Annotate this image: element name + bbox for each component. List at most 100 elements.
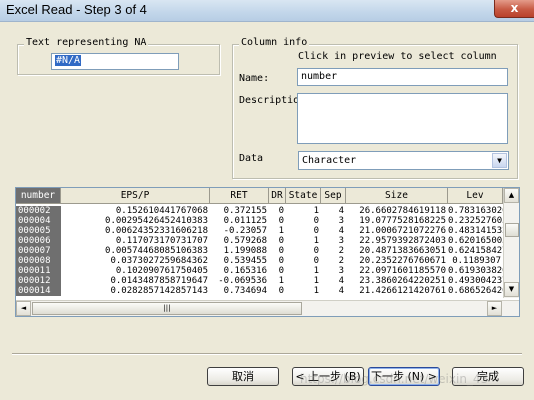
cancel-button[interactable]: 取消 [207, 367, 279, 386]
scroll-right-button[interactable]: ► [487, 301, 502, 316]
table-cell[interactable]: 0.1189307 [448, 256, 503, 266]
table-cell[interactable]: 000011 [16, 266, 61, 276]
table-cell[interactable]: 26.6602784619118 [346, 206, 448, 216]
close-button[interactable]: x [494, 0, 534, 18]
table-cell[interactable]: 4 [321, 286, 346, 296]
table-cell[interactable]: 000014 [16, 286, 61, 296]
table-cell[interactable]: 0 [286, 216, 321, 226]
table-cell[interactable]: 0.00624352331606218 [61, 226, 210, 236]
table-cell[interactable]: 0.734694 [210, 286, 269, 296]
table-cell[interactable]: 0 [286, 246, 321, 256]
table-cell[interactable]: -0.23057 [210, 226, 269, 236]
table-cell[interactable]: 1 [286, 206, 321, 216]
table-cell[interactable]: 1 [269, 226, 286, 236]
table-cell[interactable]: 000006 [16, 236, 61, 246]
table-cell[interactable]: 000007 [16, 246, 61, 256]
table-cell[interactable]: 000004 [16, 216, 61, 226]
table-cell[interactable]: 2 [321, 256, 346, 266]
table-cell[interactable]: -0.069536 [210, 276, 269, 286]
table-cell[interactable]: 000002 [16, 206, 61, 216]
table-cell[interactable]: 0 [269, 286, 286, 296]
table-cell[interactable]: 1 [286, 276, 321, 286]
data-type-select[interactable]: Character ▼ [298, 151, 509, 170]
vertical-scroll-thumb[interactable] [505, 223, 519, 237]
table-cell[interactable]: 20.4871383663051 [346, 246, 448, 256]
table-cell[interactable]: 19.0777528168225 [346, 216, 448, 226]
column-header-lev[interactable]: Lev [448, 188, 503, 204]
table-cell[interactable]: 0 [269, 236, 286, 246]
table-cell[interactable]: 0 [269, 256, 286, 266]
table-cell[interactable]: 0.783163026 [448, 206, 503, 216]
table-cell[interactable]: 0 [286, 226, 321, 236]
column-header-eps-p[interactable]: EPS/P [61, 188, 210, 204]
table-cell[interactable]: 0.619303820 [448, 266, 503, 276]
table-cell[interactable]: 000005 [16, 226, 61, 236]
table-cell[interactable]: 0.493004237 [448, 276, 503, 286]
table-cell[interactable]: 0.117073170731707 [61, 236, 210, 246]
table-cell[interactable]: 000012 [16, 276, 61, 286]
horizontal-scroll-thumb[interactable]: ||| [32, 302, 302, 315]
table-cell[interactable]: 0.624158427 [448, 246, 503, 256]
column-header-state[interactable]: State [286, 188, 321, 204]
na-text-field[interactable]: #N/A [51, 53, 179, 70]
table-cell[interactable]: 0.152610441767068 [61, 206, 210, 216]
description-field[interactable] [297, 93, 508, 144]
preview-grid[interactable]: number EPS/P RET DR State Sep Size Lev 000002 0.… [15, 187, 520, 317]
table-cell[interactable]: 20.2352276760671 [346, 256, 448, 266]
table-cell[interactable]: 0.0373027259684362 [61, 256, 210, 266]
column-header-size[interactable]: Size [346, 188, 448, 204]
table-cell[interactable]: 22.0971601185570 [346, 266, 448, 276]
table-cell[interactable]: 0.0143487858719647 [61, 276, 210, 286]
table-cell[interactable]: 21.4266121420761 [346, 286, 448, 296]
table-cell[interactable]: 0 [269, 266, 286, 276]
table-cell[interactable]: 000008 [16, 256, 61, 266]
table-cell[interactable]: 3 [321, 216, 346, 226]
table-cell[interactable]: 0.165316 [210, 266, 269, 276]
name-field[interactable]: number [297, 68, 508, 86]
table-cell[interactable]: 0.686526420 [448, 286, 503, 296]
title-bar: Excel Read - Step 3 of 4 x [0, 0, 534, 22]
table-cell[interactable]: 0.483141532 [448, 226, 503, 236]
table-cell[interactable]: 1.199088 [210, 246, 269, 256]
column-header-ret[interactable]: RET [210, 188, 269, 204]
scroll-down-button[interactable]: ▼ [504, 282, 519, 297]
column-header-sep[interactable]: Sep [321, 188, 346, 204]
table-cell[interactable]: 0.579268 [210, 236, 269, 246]
table-cell[interactable]: 0 [286, 256, 321, 266]
table-cell[interactable]: 0 [269, 246, 286, 256]
table-cell[interactable]: 1 [286, 236, 321, 246]
table-cell[interactable]: 0.232527605 [448, 216, 503, 226]
table-cell[interactable]: 1 [286, 286, 321, 296]
table-cell[interactable]: 0.00295426452410383 [61, 216, 210, 226]
table-cell[interactable]: 21.0006721072276 [346, 226, 448, 236]
na-group-title: Text representing NA [24, 37, 149, 48]
column-header-number[interactable]: number [16, 188, 61, 204]
table-cell[interactable]: 0.011125 [210, 216, 269, 226]
table-cell[interactable]: 1 [286, 266, 321, 276]
table-cell[interactable]: 0.102090761750405 [61, 266, 210, 276]
scroll-up-button[interactable]: ▲ [504, 188, 519, 203]
table-cell[interactable]: 2 [321, 246, 346, 256]
table-cell[interactable]: 0.539455 [210, 256, 269, 266]
table-cell[interactable]: 1 [269, 276, 286, 286]
table-cell[interactable]: 0.372155 [210, 206, 269, 216]
table-cell[interactable]: 0 [269, 206, 286, 216]
table-cell[interactable]: 22.9579392872403 [346, 236, 448, 246]
chevron-down-icon[interactable]: ▼ [492, 153, 507, 168]
table-cell[interactable]: 4 [321, 226, 346, 236]
table-cell[interactable]: 3 [321, 236, 346, 246]
vertical-scrollbar[interactable]: ▲ ▼ [503, 188, 519, 298]
column-header-dr[interactable]: DR [269, 188, 286, 204]
name-label: Name: [239, 73, 270, 84]
table-cell[interactable]: 23.3860264220251 [346, 276, 448, 286]
table-cell[interactable]: 0 [269, 216, 286, 226]
horizontal-scrollbar[interactable]: ◄ ||| ► [16, 300, 519, 316]
table-cell[interactable]: 4 [321, 276, 346, 286]
table-cell[interactable]: 0.0282857142857143 [61, 286, 210, 296]
table-cell[interactable]: 4 [321, 206, 346, 216]
table-cell[interactable]: 3 [321, 266, 346, 276]
window-title: Excel Read - Step 3 of 4 [6, 2, 147, 17]
scroll-left-button[interactable]: ◄ [16, 301, 31, 316]
table-cell[interactable]: 0.00574468085106383 [61, 246, 210, 256]
table-cell[interactable]: 0.620165005 [448, 236, 503, 246]
